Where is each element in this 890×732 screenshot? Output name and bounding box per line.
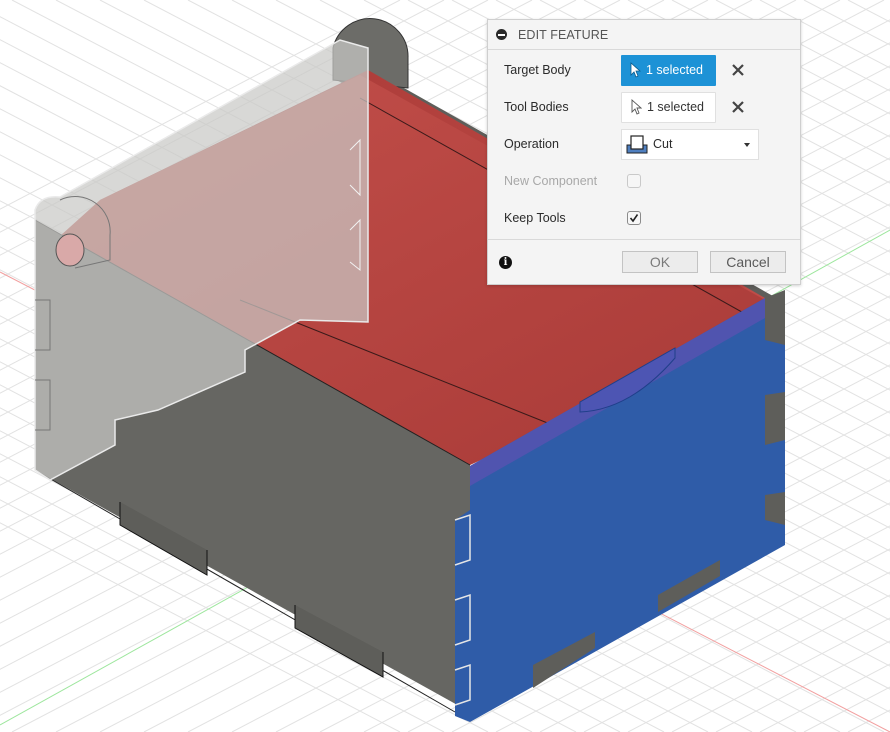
dialog-title: EDIT FEATURE xyxy=(518,27,609,42)
clear-target-body-icon[interactable] xyxy=(731,63,745,77)
new-component-label: New Component xyxy=(504,174,598,188)
tool-bodies-selector[interactable]: 1 selected xyxy=(621,91,716,123)
tool-bodies-value: 1 selected xyxy=(647,100,704,114)
cursor-arrow-icon xyxy=(630,62,641,78)
grid-line xyxy=(847,0,890,23)
new-component-checkbox[interactable] xyxy=(627,174,641,188)
new-component-row: New Component xyxy=(488,164,800,198)
operation-dropdown[interactable]: Cut xyxy=(621,128,759,160)
collapse-icon[interactable] xyxy=(496,29,507,40)
cursor-arrow-icon xyxy=(631,99,642,115)
clear-tool-bodies-icon[interactable] xyxy=(731,100,745,114)
grid-line xyxy=(847,709,890,732)
cut-operation-icon xyxy=(626,135,648,154)
chevron-down-icon xyxy=(744,142,750,147)
operation-value: Cut xyxy=(653,137,673,151)
target-body-label: Target Body xyxy=(504,63,571,77)
info-icon[interactable]: i xyxy=(499,256,512,269)
keep-tools-row: Keep Tools xyxy=(488,201,800,235)
tool-bodies-row: Tool Bodies 1 selected xyxy=(488,90,800,124)
grid-line xyxy=(803,0,890,46)
tool-bodies-label: Tool Bodies xyxy=(504,100,569,114)
ok-button[interactable]: OK xyxy=(622,251,698,273)
keep-tools-checkbox[interactable] xyxy=(627,211,641,225)
grid-line xyxy=(803,686,890,732)
dialog-footer: i OK Cancel xyxy=(488,239,800,284)
operation-label: Operation xyxy=(504,137,559,151)
operation-row: Operation Cut xyxy=(488,127,800,161)
cancel-button[interactable]: Cancel xyxy=(710,251,786,273)
target-body-row: Target Body 1 selected xyxy=(488,53,800,87)
target-body-value: 1 selected xyxy=(646,63,703,77)
checkmark-icon xyxy=(629,214,639,223)
target-body-selector[interactable]: 1 selected xyxy=(621,54,716,86)
keep-tools-label: Keep Tools xyxy=(504,211,566,225)
edit-feature-dialog: EDIT FEATURE Target Body 1 selected Tool… xyxy=(487,19,801,285)
dialog-header: EDIT FEATURE xyxy=(488,20,800,50)
